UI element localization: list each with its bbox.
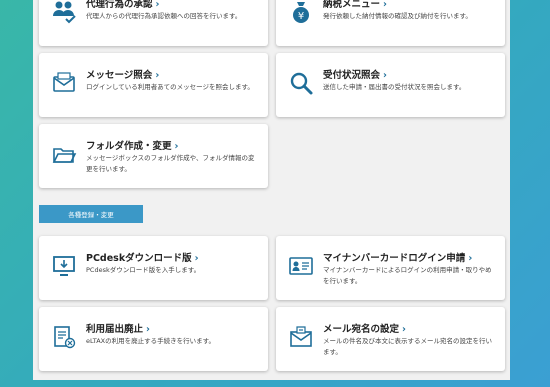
card-title: フォルダ作成・変更 › bbox=[86, 141, 179, 152]
monitor-download-icon bbox=[51, 253, 77, 279]
card-reception-status[interactable]: 受付状況照会 › 送信した申請・届出書の受付状況を照会します。 bbox=[276, 53, 505, 117]
card-desc: PCdeskダウンロード版を入手します。 bbox=[86, 266, 201, 274]
card-title: 納税メニュー › bbox=[323, 0, 387, 10]
people-check-icon bbox=[51, 0, 77, 25]
card-pcdesk-download[interactable]: PCdeskダウンロード版 › PCdeskダウンロード版を入手します。 bbox=[39, 236, 268, 300]
card-proxy-approval[interactable]: 代理行為の承認 › 代理人からの代理行為承認依頼への回答を行います。 bbox=[39, 0, 268, 46]
card-desc: eLTAXの利用を廃止する手続きを行います。 bbox=[86, 337, 215, 345]
svg-text:¥: ¥ bbox=[298, 11, 304, 22]
folder-icon bbox=[51, 141, 77, 167]
card-usage-abolition[interactable]: 利用届出廃止 › eLTAXの利用を廃止する手続きを行います。 bbox=[39, 307, 268, 371]
card-title: マイナンバーカードログイン申請 › bbox=[323, 253, 473, 264]
card-mail-address-setting[interactable]: メール宛名の設定 › メールの件名及び本文に表示するメール宛名の設定を行います。 bbox=[276, 307, 505, 371]
money-bag-icon: ¥ bbox=[288, 0, 314, 25]
card-title: PCdeskダウンロード版 › bbox=[86, 253, 199, 264]
card-desc: 代理人からの代理行為承認依頼への回答を行います。 bbox=[86, 12, 242, 20]
card-desc: ログインしている利用者あてのメッセージを照会します。 bbox=[86, 83, 254, 91]
card-folder-edit[interactable]: フォルダ作成・変更 › メッセージボックスのフォルダ作成や、フォルダ情報の変更を行… bbox=[39, 124, 268, 188]
card-desc: 送信した申請・届出書の受付状況を照会します。 bbox=[323, 83, 466, 91]
card-desc: メールの件名及び本文に表示するメール宛名の設定を行います。 bbox=[323, 337, 492, 356]
mail-settings-icon bbox=[288, 324, 314, 350]
card-message-inquiry[interactable]: メッセージ照会 › ログインしている利用者あてのメッセージを照会します。 bbox=[39, 53, 268, 117]
document-cancel-icon bbox=[51, 324, 77, 350]
card-mynumber-login[interactable]: マイナンバーカードログイン申請 › マイナンバーカードによるログインの利用申請・取… bbox=[276, 236, 505, 300]
id-card-icon bbox=[288, 253, 314, 279]
magnifier-icon bbox=[288, 70, 314, 96]
card-tax-payment-menu[interactable]: ¥ 納税メニュー › 発行依頼した納付情報の確認及び納付を行います。 bbox=[276, 0, 505, 46]
section-heading: 各種登録・変更 bbox=[39, 205, 143, 223]
card-title: 受付状況照会 › bbox=[323, 70, 387, 81]
card-desc: メッセージボックスのフォルダ作成や、フォルダ情報の変更を行います。 bbox=[86, 154, 255, 173]
card-desc: 発行依頼した納付情報の確認及び納付を行います。 bbox=[323, 12, 472, 20]
card-desc: マイナンバーカードによるログインの利用申請・取りやめを行います。 bbox=[323, 266, 492, 285]
card-title: メール宛名の設定 › bbox=[323, 324, 406, 335]
envelope-icon bbox=[51, 70, 77, 96]
card-title: 代理行為の承認 › bbox=[86, 0, 160, 10]
card-title: 利用届出廃止 › bbox=[86, 324, 150, 335]
card-title: メッセージ照会 › bbox=[86, 70, 160, 81]
